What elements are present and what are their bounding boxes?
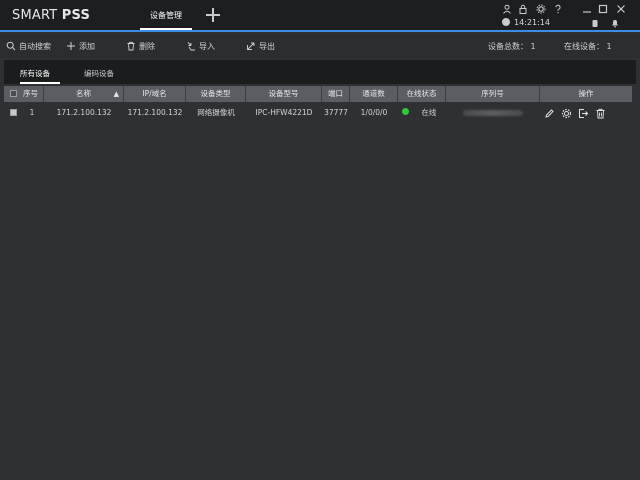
edit-icon[interactable] [544, 108, 555, 119]
serial-redacted [463, 110, 523, 116]
online-device-count: 在线设备： 1 [564, 42, 612, 51]
column-name[interactable]: 名称 ▲ [44, 86, 124, 102]
column-model[interactable]: 设备型号 [246, 86, 322, 102]
add-button[interactable]: 添加 [66, 40, 95, 52]
user-icon[interactable] [502, 4, 512, 14]
search-icon [6, 41, 16, 51]
row-checkbox[interactable] [10, 109, 17, 116]
import-icon [187, 42, 195, 51]
auto-search-button[interactable]: 自动搜索 [6, 40, 51, 52]
trash-icon[interactable] [595, 108, 606, 119]
delete-button[interactable]: 删除 [126, 40, 155, 52]
column-type[interactable]: 设备类型 [186, 86, 246, 102]
settings-icon[interactable] [536, 4, 546, 14]
export-icon [247, 42, 255, 50]
title-bar: SMART PSS 设备管理 14:21:14 [0, 0, 640, 32]
maximize-icon[interactable] [598, 4, 608, 14]
cell-channels: 1/0/0/0 [360, 108, 388, 117]
trash-icon [127, 41, 135, 51]
column-serial[interactable]: 序列号 [446, 86, 540, 102]
cell-ip: 171.2.100.132 [127, 108, 183, 117]
column-status[interactable]: 在线状态 [398, 86, 446, 102]
plus-icon [67, 42, 75, 50]
add-tab-button[interactable] [204, 6, 222, 24]
import-button[interactable]: 导入 [186, 40, 215, 52]
cell-index: 1 [29, 108, 35, 117]
clock: 14:21:14 [502, 18, 550, 27]
select-all-checkbox[interactable] [10, 90, 17, 97]
cell-model: IPC-HFW4221D [255, 108, 313, 117]
toolbar: 自动搜索 添加 删除 导入 导出 设备总数： 1 在线设备： 1 [0, 34, 640, 58]
cell-status: 在线 [398, 104, 446, 122]
tab-device-management[interactable]: 设备管理 [140, 0, 192, 30]
online-status-dot [402, 108, 409, 115]
gear-icon[interactable] [561, 108, 572, 119]
help-icon[interactable] [553, 4, 563, 14]
column-ip[interactable]: IP/域名 [124, 86, 186, 102]
tab-encoder-devices[interactable]: 编码设备 [84, 60, 124, 84]
table-header: 序号 名称 ▲ IP/域名 设备类型 设备型号 端口 通道数 在线状态 序列号 … [4, 86, 632, 102]
close-icon[interactable] [616, 4, 626, 14]
column-channels[interactable]: 通道数 [350, 86, 398, 102]
bell-icon[interactable] [610, 18, 620, 28]
export-button[interactable]: 导出 [246, 40, 275, 52]
lock-icon[interactable] [518, 4, 528, 14]
app-logo: SMART PSS [12, 8, 91, 23]
column-port[interactable]: 端口 [322, 86, 350, 102]
device-total: 设备总数： 1 [488, 42, 536, 51]
column-actions: 操作 [578, 89, 594, 98]
cell-port: 37777 [324, 108, 348, 117]
column-index[interactable]: 序号 [4, 86, 44, 102]
cell-type: 网络摄像机 [197, 108, 235, 117]
minimize-icon[interactable] [582, 4, 592, 14]
table-row[interactable]: 1 171.2.100.132 171.2.100.132 网络摄像机 IPC-… [4, 104, 632, 122]
login-icon[interactable] [578, 108, 589, 119]
status-text: 在线 [421, 108, 437, 117]
device-icon[interactable] [590, 18, 600, 28]
device-subtabs: 所有设备 编码设备 [4, 60, 636, 84]
cell-serial [446, 104, 540, 122]
clock-icon [502, 18, 510, 26]
cell-name: 171.2.100.132 [56, 108, 112, 117]
sort-ascending-icon: ▲ [113, 90, 119, 98]
tab-all-devices[interactable]: 所有设备 [20, 60, 60, 84]
